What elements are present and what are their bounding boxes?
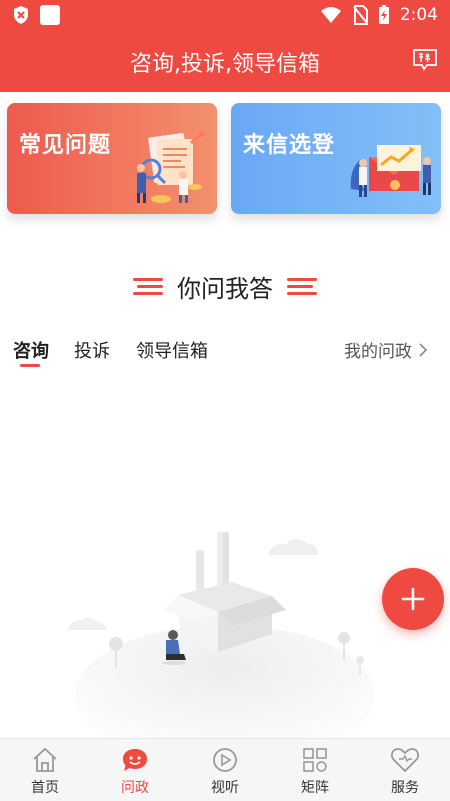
faq-card-label: 常见问题 [19, 133, 112, 158]
nav-home[interactable]: 首页 [0, 739, 90, 801]
nav-media[interactable]: 视听 [180, 739, 270, 801]
question-tabs: 咨询 投诉 领导信箱 我的问政 [0, 333, 450, 373]
documents-illustration [137, 131, 205, 203]
nav-wenzheng[interactable]: 问政 [90, 739, 180, 801]
no-sim-icon [353, 5, 368, 25]
decor-lines-right [287, 277, 317, 295]
nav-home-label: 首页 [31, 780, 59, 796]
letters-card-label: 来信选登 [243, 133, 336, 158]
page-title: 咨询,投诉,领导信箱 [130, 52, 320, 77]
tab-consult[interactable]: 咨询 [13, 337, 49, 363]
bottom-navigation: 首页 问政 视听 矩阵 服务 [0, 738, 450, 801]
decor-lines-left [133, 277, 163, 295]
nav-wenzheng-label: 问政 [121, 780, 149, 796]
report-icon[interactable] [412, 48, 438, 72]
tab-complaint[interactable]: 投诉 [74, 337, 110, 363]
letters-illustration [350, 145, 431, 197]
chevron-right-icon [419, 342, 428, 357]
section-header: 你问我答 [0, 268, 450, 304]
status-bar: 2:04 [0, 0, 450, 30]
plus-icon [401, 587, 425, 611]
battery-charging-icon [378, 5, 389, 24]
nav-service-label: 服务 [391, 780, 419, 796]
my-questions-link[interactable]: 我的问政 [344, 337, 428, 362]
wifi-icon [320, 7, 341, 23]
play-icon [213, 748, 237, 772]
empty-state-illustration [68, 532, 375, 740]
notification-icon [40, 5, 60, 25]
my-questions-label: 我的问政 [344, 342, 412, 362]
nav-matrix[interactable]: 矩阵 [270, 739, 360, 801]
shield-icon [14, 6, 28, 24]
faq-card[interactable]: 常见问题 [7, 103, 217, 214]
home-icon [33, 747, 57, 772]
nav-service[interactable]: 服务 [360, 739, 450, 801]
nav-media-label: 视听 [211, 780, 239, 796]
grid-icon [303, 748, 327, 772]
tab-indicator [20, 364, 40, 367]
app-header: 咨询,投诉,领导信箱 [0, 30, 450, 92]
add-question-button[interactable] [382, 568, 444, 630]
tab-leader-mailbox[interactable]: 领导信箱 [136, 337, 208, 363]
letters-card[interactable]: 来信选登 [231, 103, 441, 214]
heart-icon [391, 748, 419, 773]
nav-matrix-label: 矩阵 [301, 780, 329, 796]
status-time: 2:04 [399, 5, 438, 25]
chat-icon [123, 749, 147, 771]
section-title: 你问我答 [177, 274, 273, 303]
